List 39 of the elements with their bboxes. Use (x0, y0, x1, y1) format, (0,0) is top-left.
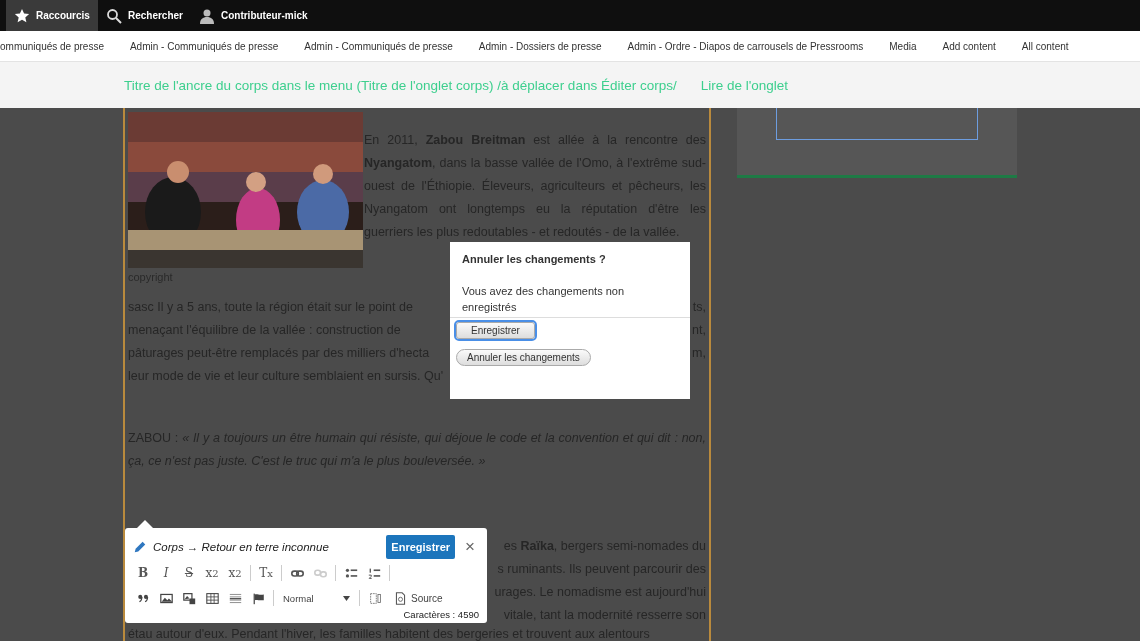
star-icon (14, 7, 30, 24)
bulleted-list-icon (344, 566, 358, 580)
table-icon (205, 591, 219, 605)
image-icon (159, 591, 173, 605)
format-dropdown[interactable]: Normal (279, 592, 354, 604)
format-button[interactable]: I (156, 563, 176, 583)
caret-icon (343, 595, 350, 601)
dialog-button[interactable]: Enregistrer (456, 322, 535, 339)
dialog-button[interactable]: Annuler les changements (456, 349, 591, 366)
flag-icon (251, 591, 265, 605)
search-icon (105, 7, 122, 24)
unlink-icon (313, 566, 327, 580)
show-blocks-icon (368, 591, 382, 605)
pencil-icon (133, 540, 147, 554)
format-button[interactable]: B (133, 563, 153, 583)
user-icon (198, 7, 215, 24)
close-button[interactable]: × (461, 537, 479, 557)
save-button[interactable]: Enregistrer (386, 535, 456, 559)
toolbar-tab[interactable]: Raccourcis (6, 0, 98, 31)
document-icon (394, 591, 407, 605)
nav-link[interactable]: Admin - Dossiers de presse (478, 40, 602, 52)
nav-link[interactable]: Add content (942, 40, 996, 52)
nav-link[interactable]: Admin - Ordre - Diapos de carrousels de Pressrooms (627, 40, 864, 52)
image-plus-icon (182, 591, 196, 605)
toolbar-tab[interactable]: Rechercher (97, 0, 191, 31)
nav-link[interactable]: Admin - Communiqués de presse (129, 40, 279, 52)
dialog-message: Vous avez des changements non enregistrés (462, 284, 626, 315)
nav-link[interactable]: All content (1021, 40, 1069, 52)
toolbar-tab[interactable]: Contributeur-mick (190, 0, 316, 31)
nav-link[interactable]: ommuniqués de presse (0, 40, 104, 52)
character-count: Caractères : 4590 (402, 609, 479, 620)
format-button[interactable]: S (179, 563, 199, 583)
nav-link[interactable]: Admin - Communiqués de presse (304, 40, 453, 52)
nav-link[interactable]: Media (889, 40, 917, 52)
editor-title: Corps → Retour en terre inconnue (153, 541, 330, 553)
horizontal-rule-icon (228, 591, 242, 605)
dialog-title: Annuler les changements ? (462, 253, 607, 265)
source-button[interactable]: Source (388, 590, 449, 606)
numbered-list-icon (367, 566, 381, 580)
